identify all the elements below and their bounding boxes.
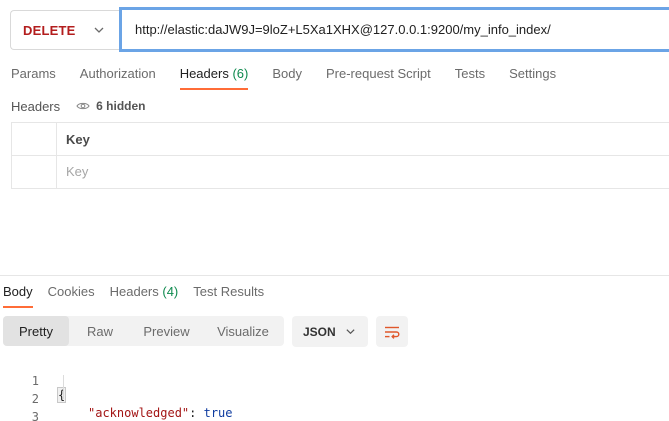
tab-body[interactable]: Body xyxy=(272,66,302,90)
code-line: 1 { xyxy=(0,360,67,403)
tab-settings[interactable]: Settings xyxy=(509,66,556,90)
view-pretty-button[interactable]: Pretty xyxy=(3,316,69,346)
headers-toolbar: Headers 6 hidden xyxy=(11,96,153,116)
row-checkbox-cell xyxy=(12,156,57,189)
eye-icon xyxy=(76,102,90,110)
headers-label: Headers xyxy=(11,98,61,114)
view-visualize-button[interactable]: Visualize xyxy=(202,316,284,346)
select-column xyxy=(12,123,57,155)
url-text: http://elastic:daJW9J=9loZ+L5Xa1XHX@127.… xyxy=(135,22,551,37)
tab-params[interactable]: Params xyxy=(11,66,56,90)
chevron-down-icon xyxy=(94,27,104,33)
tab-pre-request-script[interactable]: Pre-request Script xyxy=(326,66,431,90)
code-line: 3 } xyxy=(0,396,39,421)
key-input[interactable]: Key xyxy=(66,164,88,179)
code-line: 2 "acknowledged": true xyxy=(0,378,233,420)
method-select[interactable]: DELETE xyxy=(10,10,119,50)
line-number: 3 xyxy=(31,410,39,421)
json-key: "acknowledged" xyxy=(88,406,190,420)
table-header-row: Key xyxy=(12,123,669,156)
view-mode-group: Pretty Raw Preview Visualize xyxy=(3,316,284,346)
json-value: true xyxy=(203,406,233,420)
wrap-lines-icon xyxy=(385,326,400,339)
url-input[interactable]: http://elastic:daJW9J=9loZ+L5Xa1XHX@127.… xyxy=(119,7,669,52)
headers-table: Key Key xyxy=(11,122,669,189)
key-column-header: Key xyxy=(66,132,90,147)
tab-headers[interactable]: Headers (6) xyxy=(179,66,249,90)
headers-count: (6) xyxy=(232,66,249,81)
tab-tests[interactable]: Tests xyxy=(455,66,485,90)
response-headers-count: (4) xyxy=(162,284,179,299)
hidden-headers-label: 6 hidden xyxy=(96,99,146,113)
json-open-brace: { xyxy=(56,387,67,403)
tab-response-cookies[interactable]: Cookies xyxy=(48,284,95,308)
tab-authorization[interactable]: Authorization xyxy=(80,66,156,90)
pane-divider[interactable] xyxy=(0,275,669,276)
response-tabs: Body Cookies Headers (4) Test Results xyxy=(3,284,279,308)
hidden-headers-toggle[interactable]: 6 hidden xyxy=(70,96,153,116)
format-label: JSON xyxy=(303,324,336,339)
tab-response-body[interactable]: Body xyxy=(3,284,33,308)
format-select[interactable]: JSON xyxy=(292,316,368,347)
method-label: DELETE xyxy=(23,22,76,38)
request-tabs: Params Authorization Headers (6) Body Pr… xyxy=(11,66,580,92)
view-raw-button[interactable]: Raw xyxy=(69,316,131,346)
json-separator: : xyxy=(189,406,204,420)
tab-response-headers[interactable]: Headers (4) xyxy=(110,284,179,308)
chevron-down-icon xyxy=(346,329,355,335)
table-row: Key xyxy=(12,156,669,189)
view-preview-button[interactable]: Preview xyxy=(131,316,202,346)
indent-guide xyxy=(63,375,64,399)
tab-test-results[interactable]: Test Results xyxy=(193,284,264,308)
wrap-lines-button[interactable] xyxy=(376,316,408,347)
